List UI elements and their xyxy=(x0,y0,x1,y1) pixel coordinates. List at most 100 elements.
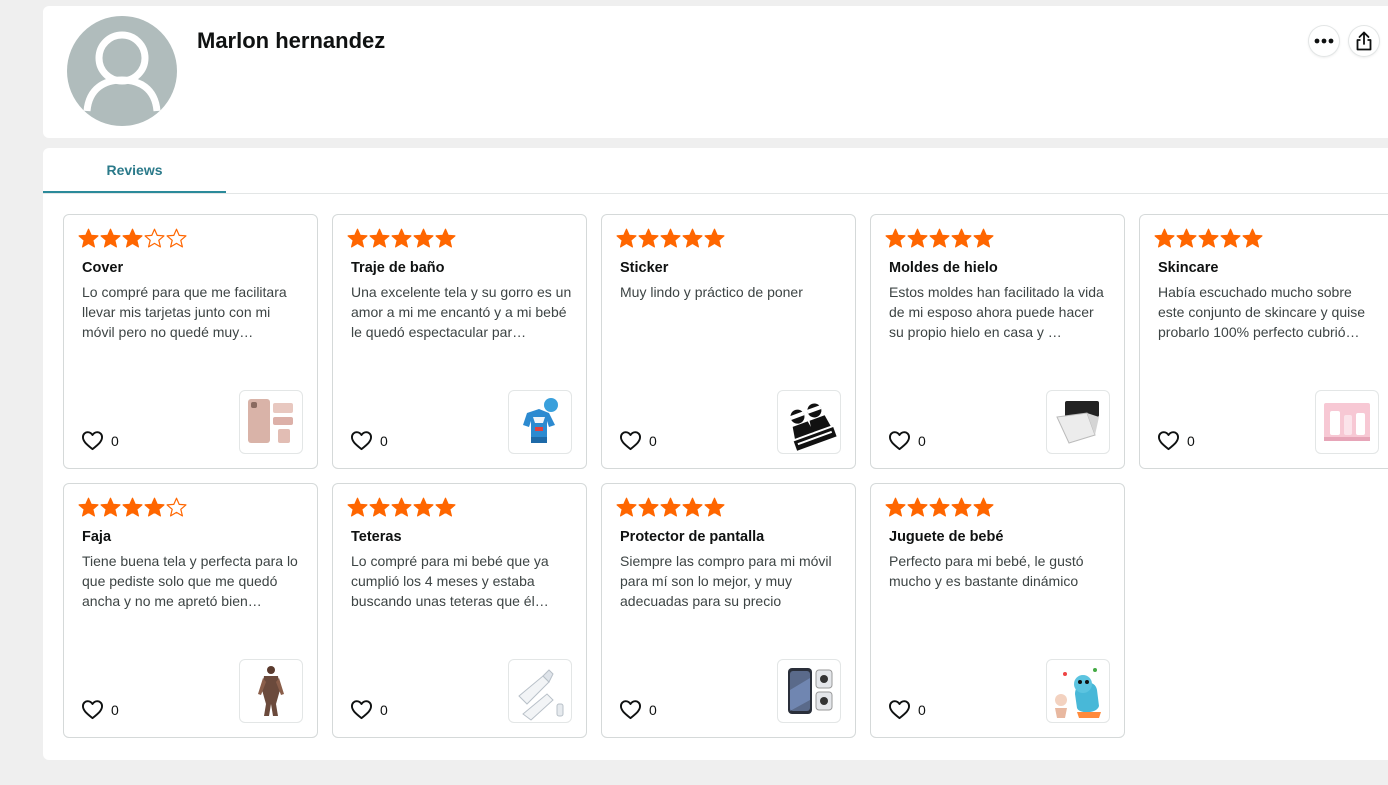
star-rating xyxy=(78,497,188,519)
star-rating xyxy=(616,228,726,250)
product-thumbnail[interactable] xyxy=(1046,390,1110,454)
star-filled-icon xyxy=(616,228,637,248)
screen-protector-thumbnail xyxy=(788,668,833,714)
star-filled-icon xyxy=(100,228,121,248)
star-filled-icon xyxy=(660,497,681,517)
star-filled-icon xyxy=(951,497,972,517)
review-title: Sticker xyxy=(620,260,669,276)
helpful-count: 0 xyxy=(649,701,657,718)
helpful-count: 0 xyxy=(649,432,657,449)
helpful-button[interactable]: 0 xyxy=(81,430,119,451)
helpful-button[interactable]: 0 xyxy=(81,699,119,720)
product-thumbnail[interactable] xyxy=(508,659,572,723)
star-filled-icon xyxy=(1198,228,1219,248)
star-filled-icon xyxy=(1220,228,1241,248)
star-filled-icon xyxy=(78,228,99,248)
review-text: Estos moldes han facilitado la vida de m… xyxy=(889,284,1104,340)
star-empty-icon xyxy=(166,228,187,248)
review-card[interactable]: Sticker Muy lindo y práctico de poner 0 xyxy=(601,214,856,469)
helpful-button[interactable]: 0 xyxy=(888,699,926,720)
review-card[interactable]: Moldes de hielo Estos moldes han facilita… xyxy=(870,214,1125,469)
review-title: Cover xyxy=(82,260,124,276)
star-filled-icon xyxy=(929,497,950,517)
star-filled-icon xyxy=(369,497,390,517)
review-text: Siempre las compro para mi móvil para mí… xyxy=(620,553,832,609)
review-card[interactable]: Skincare Había escuchado mucho sobre este… xyxy=(1139,214,1388,469)
star-filled-icon xyxy=(660,228,681,248)
star-filled-icon xyxy=(78,497,99,517)
star-empty-icon xyxy=(166,497,187,517)
star-filled-icon xyxy=(1176,228,1197,248)
share-icon xyxy=(1356,31,1372,51)
reviews-panel: Reviews Cover Lo compré para que me facil… xyxy=(43,148,1388,760)
more-options-button[interactable] xyxy=(1309,26,1339,56)
star-filled-icon xyxy=(638,228,659,248)
star-filled-icon xyxy=(413,497,434,517)
review-title: Protector de pantalla xyxy=(620,529,765,545)
heart-icon xyxy=(351,700,372,720)
review-text: Perfecto para mi bebé, le gustó mucho y … xyxy=(889,553,1084,589)
baby-toy-thumbnail xyxy=(1055,668,1101,718)
star-filled-icon xyxy=(704,497,725,517)
star-filled-icon xyxy=(435,497,456,517)
share-button[interactable] xyxy=(1349,26,1379,56)
star-filled-icon xyxy=(391,497,412,517)
star-filled-icon xyxy=(907,228,928,248)
product-thumbnail[interactable] xyxy=(239,390,303,454)
star-filled-icon xyxy=(885,228,906,248)
helpful-count: 0 xyxy=(918,432,926,449)
review-title: Skincare xyxy=(1158,260,1219,276)
review-card[interactable]: Protector de pantalla Siempre las compro … xyxy=(601,483,856,738)
review-title: Traje de baño xyxy=(351,260,445,276)
baby-bottles-thumbnail xyxy=(518,669,564,721)
star-rating xyxy=(616,497,726,519)
helpful-button[interactable]: 0 xyxy=(619,430,657,451)
heart-icon xyxy=(888,700,910,720)
star-filled-icon xyxy=(973,497,994,517)
star-filled-icon xyxy=(885,497,906,517)
helpful-count: 0 xyxy=(918,701,926,718)
star-filled-icon xyxy=(122,497,143,517)
star-filled-icon xyxy=(144,497,165,517)
product-thumbnail[interactable] xyxy=(1315,390,1379,454)
star-rating xyxy=(885,228,995,250)
product-thumbnail[interactable] xyxy=(777,659,841,723)
star-filled-icon xyxy=(347,228,368,248)
helpful-count: 0 xyxy=(111,432,119,449)
product-thumbnail[interactable] xyxy=(777,390,841,454)
review-card[interactable]: Cover Lo compré para que me facilitara ll… xyxy=(63,214,318,469)
review-card[interactable]: Juguete de bebé Perfecto para mi bebé, le… xyxy=(870,483,1125,738)
heart-icon xyxy=(82,431,103,451)
review-card[interactable]: Teteras Lo compré para mi bebé que ya cum… xyxy=(332,483,587,738)
tab-reviews[interactable]: Reviews xyxy=(43,148,226,193)
heart-icon xyxy=(619,431,641,451)
review-text: Tiene buena tela y perfecta para lo que … xyxy=(82,553,298,609)
star-filled-icon xyxy=(638,497,659,517)
skincare-set-thumbnail xyxy=(1324,403,1370,441)
star-filled-icon xyxy=(1242,228,1263,248)
review-title: Teteras xyxy=(351,529,402,545)
shapewear-thumbnail xyxy=(258,666,284,716)
star-filled-icon xyxy=(391,228,412,248)
star-rating xyxy=(885,497,995,519)
helpful-button[interactable]: 0 xyxy=(350,699,388,720)
heart-icon xyxy=(82,700,103,720)
review-card[interactable]: Faja Tiene buena tela y perfecta para lo … xyxy=(63,483,318,738)
star-filled-icon xyxy=(682,497,703,517)
heart-icon xyxy=(351,431,372,451)
star-empty-icon xyxy=(144,228,165,248)
star-rating xyxy=(347,497,457,519)
review-card[interactable]: Traje de baño Una excelente tela y su gor… xyxy=(332,214,587,469)
helpful-button[interactable]: 0 xyxy=(619,699,657,720)
helpful-button[interactable]: 0 xyxy=(1157,430,1195,451)
helpful-button[interactable]: 0 xyxy=(350,430,388,451)
product-thumbnail[interactable] xyxy=(239,659,303,723)
star-filled-icon xyxy=(122,228,143,248)
star-filled-icon xyxy=(704,228,725,248)
product-thumbnail[interactable] xyxy=(508,390,572,454)
review-text: Lo compré para mi bebé que ya cumplió lo… xyxy=(351,553,549,609)
helpful-button[interactable]: 0 xyxy=(888,430,926,451)
product-thumbnail[interactable] xyxy=(1046,659,1110,723)
star-filled-icon xyxy=(951,228,972,248)
review-title: Juguete de bebé xyxy=(889,529,1004,545)
